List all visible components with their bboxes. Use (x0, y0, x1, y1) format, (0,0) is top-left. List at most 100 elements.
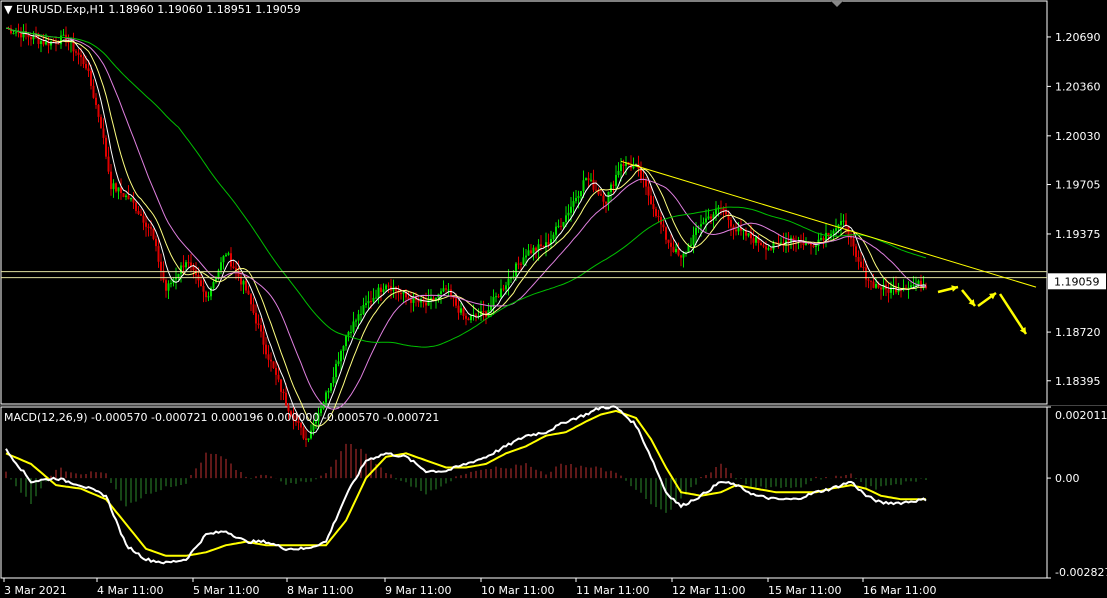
macd-tick-label: 0.002011 (1055, 409, 1107, 422)
candle-body (272, 361, 275, 368)
candle-body (650, 195, 652, 204)
candle-body (425, 302, 427, 306)
candle-body (257, 323, 260, 325)
candle-body (560, 225, 562, 227)
candle-body (280, 379, 282, 392)
candle-body (117, 187, 120, 192)
candle-body (860, 261, 862, 268)
candle-body (137, 211, 140, 214)
candle-body (205, 291, 207, 298)
time-tick-label: 9 Mar 11:00 (385, 584, 451, 597)
price-tick-label: 1.18395 (1055, 375, 1101, 388)
candle-body (352, 321, 355, 333)
candle-body (760, 243, 762, 246)
menu-triangle-icon[interactable]: ▼ (4, 3, 12, 16)
candle-body (57, 43, 60, 45)
candle-body (250, 294, 252, 305)
candle-body (652, 203, 655, 210)
candle-body (400, 293, 402, 295)
candle-body (482, 311, 485, 313)
time-tick-label: 10 Mar 11:00 (481, 584, 554, 597)
candle-body (105, 137, 107, 157)
candle-body (115, 183, 117, 192)
candle-body (310, 430, 312, 439)
candle-body (495, 296, 497, 298)
candle-body (455, 298, 457, 306)
candle-body (822, 238, 825, 241)
candle-body (142, 215, 145, 223)
ma-fast-line (5, 27, 927, 434)
candle-body (255, 312, 257, 324)
candle-body (645, 179, 647, 187)
candle-body (362, 305, 365, 315)
candle-body (460, 308, 462, 313)
candle-body (610, 184, 612, 192)
candle-body (512, 275, 515, 277)
time-tick-label: 4 Mar 11:00 (97, 584, 163, 597)
candle-body (170, 283, 172, 285)
candle-body (590, 179, 592, 181)
candle-body (207, 296, 210, 298)
candle-body (450, 289, 452, 297)
candle-body (157, 246, 160, 262)
candle-body (100, 116, 102, 129)
candle-body (855, 246, 857, 258)
candle-body (917, 280, 920, 285)
time-tick-label: 15 Mar 11:00 (768, 584, 841, 597)
candle-body (857, 257, 860, 262)
candle-body (840, 221, 842, 225)
candle-body (600, 194, 602, 196)
candle-body (230, 253, 232, 267)
candle-body (825, 232, 827, 241)
candle-body (87, 68, 90, 72)
time-tick-label: 16 Mar 11:00 (863, 584, 936, 597)
candle-body (367, 301, 370, 304)
candle-body (870, 280, 872, 282)
macd-main-line (5, 405, 927, 565)
candle-body (102, 128, 105, 138)
candle-body (245, 281, 247, 291)
candle-body (617, 171, 620, 175)
candle-body (225, 254, 227, 257)
candle-body (622, 164, 625, 166)
candle-body (382, 289, 385, 293)
candle-body (620, 164, 622, 172)
candle-body (517, 263, 520, 265)
candle-body (612, 184, 615, 186)
candle-body (852, 238, 855, 247)
candle-body (447, 289, 450, 291)
candle-body (735, 229, 737, 232)
candle-body (702, 222, 705, 225)
candle-body (342, 346, 345, 351)
candle-body (542, 246, 545, 248)
price-header: ▼ EURUSD.Exp,H1 1.18960 1.19060 1.18951 … (4, 3, 301, 16)
candle-body (875, 283, 877, 288)
candle-body (160, 261, 162, 271)
ma-long-line (5, 27, 927, 348)
candle-body (242, 281, 245, 285)
candle-body (532, 247, 535, 254)
candle-body (140, 213, 142, 216)
candle-body (587, 178, 590, 181)
candle-body (340, 350, 342, 362)
candle-body (680, 255, 682, 258)
candle-body (95, 97, 97, 105)
candle-body (552, 234, 555, 240)
candle-body (677, 248, 680, 256)
candle-body (345, 335, 347, 347)
candle-body (862, 267, 865, 269)
price-tick-label: 1.18720 (1055, 326, 1101, 339)
candle-body (277, 374, 280, 380)
candle-body (350, 332, 352, 334)
candle-body (430, 297, 432, 300)
candle-body (360, 314, 362, 316)
candle-body (60, 35, 62, 45)
candle-body (580, 191, 582, 197)
candle-body (62, 34, 65, 36)
candle-body (97, 104, 100, 117)
candle-body (125, 195, 127, 198)
candle-body (522, 257, 525, 265)
candle-body (227, 253, 230, 255)
candle-body (427, 299, 430, 306)
candle-body (657, 216, 660, 218)
